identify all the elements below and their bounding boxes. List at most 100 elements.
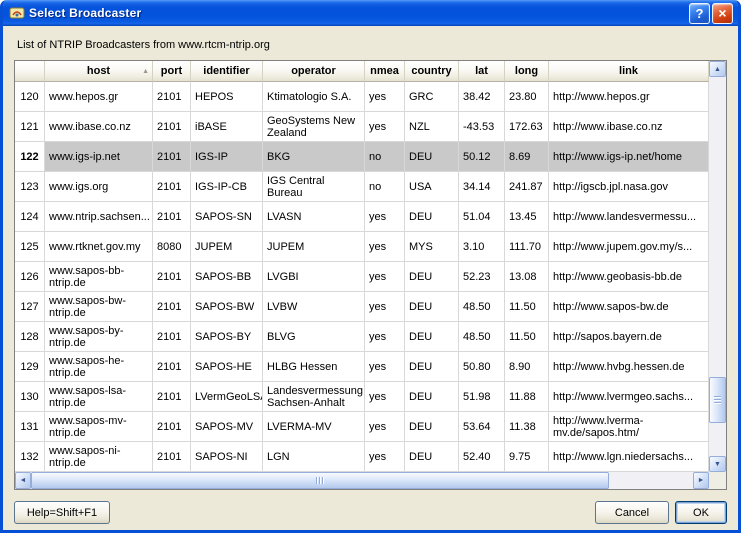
vertical-scroll-track[interactable] bbox=[709, 77, 726, 456]
cell-link[interactable]: http://igscb.jpl.nasa.gov bbox=[549, 172, 709, 202]
cell-identifier[interactable]: SAPOS-BW bbox=[191, 292, 263, 322]
cell-long[interactable]: 13.08 bbox=[505, 262, 549, 292]
cell-nmea[interactable]: no bbox=[365, 172, 405, 202]
cell-operator[interactable]: Landesvermessung Sachsen-Anhalt bbox=[263, 382, 365, 412]
cell-port[interactable]: 2101 bbox=[153, 82, 191, 112]
cell-port[interactable]: 2101 bbox=[153, 112, 191, 142]
row-number[interactable]: 123 bbox=[15, 172, 45, 202]
cell-link[interactable]: http://www.lgn.niedersachs... bbox=[549, 442, 709, 472]
cell-long[interactable]: 11.38 bbox=[505, 412, 549, 442]
cell-lat[interactable]: 51.04 bbox=[459, 202, 505, 232]
cell-long[interactable]: 241.87 bbox=[505, 172, 549, 202]
cell-link[interactable]: http://www.lverma-mv.de/sapos.htm/ bbox=[549, 412, 709, 442]
cell-link[interactable]: http://www.igs-ip.net/home bbox=[549, 142, 709, 172]
cell-link[interactable]: http://www.geobasis-bb.de bbox=[549, 262, 709, 292]
scroll-down-button[interactable]: ▼ bbox=[709, 456, 726, 472]
column-header-host[interactable]: host▲ bbox=[45, 61, 153, 82]
cell-country[interactable]: DEU bbox=[405, 202, 459, 232]
column-header-nmea[interactable]: nmea bbox=[365, 61, 405, 82]
table-row-125[interactable]: 125www.rtknet.gov.my8080JUPEMJUPEMyesMYS… bbox=[15, 232, 709, 262]
cell-identifier[interactable]: SAPOS-MV bbox=[191, 412, 263, 442]
cell-host[interactable]: www.sapos-by-ntrip.de bbox=[45, 322, 153, 352]
cell-identifier[interactable]: SAPOS-NI bbox=[191, 442, 263, 472]
close-icon[interactable]: × bbox=[712, 3, 733, 24]
cell-identifier[interactable]: SAPOS-BB bbox=[191, 262, 263, 292]
cell-nmea[interactable]: yes bbox=[365, 202, 405, 232]
cell-lat[interactable]: 3.10 bbox=[459, 232, 505, 262]
table-row-128[interactable]: 128www.sapos-by-ntrip.de2101SAPOS-BYBLVG… bbox=[15, 322, 709, 352]
row-number[interactable]: 125 bbox=[15, 232, 45, 262]
cell-identifier[interactable]: SAPOS-BY bbox=[191, 322, 263, 352]
cell-host[interactable]: www.sapos-ni-ntrip.de bbox=[45, 442, 153, 472]
column-header-country[interactable]: country bbox=[405, 61, 459, 82]
horizontal-scroll-track[interactable] bbox=[31, 472, 693, 489]
titlebar[interactable]: Select Broadcaster ? × bbox=[3, 0, 738, 26]
cell-long[interactable]: 13.45 bbox=[505, 202, 549, 232]
cell-country[interactable]: MYS bbox=[405, 232, 459, 262]
cell-nmea[interactable]: yes bbox=[365, 442, 405, 472]
cell-port[interactable]: 2101 bbox=[153, 262, 191, 292]
cancel-button[interactable]: Cancel bbox=[595, 501, 669, 524]
cell-country[interactable]: DEU bbox=[405, 412, 459, 442]
row-number[interactable]: 132 bbox=[15, 442, 45, 472]
row-number[interactable]: 124 bbox=[15, 202, 45, 232]
table-row-130[interactable]: 130www.sapos-lsa-ntrip.de2101LVermGeoLSA… bbox=[15, 382, 709, 412]
table-row-120[interactable]: 120www.hepos.gr2101HEPOSKtimatologio S.A… bbox=[15, 82, 709, 112]
cell-country[interactable]: DEU bbox=[405, 382, 459, 412]
cell-link[interactable]: http://www.hvbg.hessen.de bbox=[549, 352, 709, 382]
cell-nmea[interactable]: yes bbox=[365, 322, 405, 352]
cell-lat[interactable]: 52.40 bbox=[459, 442, 505, 472]
cell-lat[interactable]: 50.12 bbox=[459, 142, 505, 172]
cell-long[interactable]: 8.90 bbox=[505, 352, 549, 382]
scroll-left-button[interactable]: ◄ bbox=[15, 472, 31, 489]
cell-port[interactable]: 2101 bbox=[153, 292, 191, 322]
row-number[interactable]: 126 bbox=[15, 262, 45, 292]
cell-identifier[interactable]: SAPOS-HE bbox=[191, 352, 263, 382]
cell-link[interactable]: http://www.sapos-bw.de bbox=[549, 292, 709, 322]
cell-long[interactable]: 11.50 bbox=[505, 322, 549, 352]
cell-identifier[interactable]: IGS-IP-CB bbox=[191, 172, 263, 202]
cell-operator[interactable]: IGS Central Bureau bbox=[263, 172, 365, 202]
cell-country[interactable]: DEU bbox=[405, 352, 459, 382]
cell-nmea[interactable]: yes bbox=[365, 352, 405, 382]
help-shortcut-button[interactable]: Help=Shift+F1 bbox=[14, 501, 110, 524]
cell-port[interactable]: 2101 bbox=[153, 322, 191, 352]
cell-nmea[interactable]: yes bbox=[365, 412, 405, 442]
column-header-identifier[interactable]: identifier bbox=[191, 61, 263, 82]
cell-host[interactable]: www.ntrip.sachsen... bbox=[45, 202, 153, 232]
cell-port[interactable]: 2101 bbox=[153, 172, 191, 202]
row-number[interactable]: 131 bbox=[15, 412, 45, 442]
cell-country[interactable]: DEU bbox=[405, 142, 459, 172]
cell-port[interactable]: 2101 bbox=[153, 142, 191, 172]
cell-nmea[interactable]: yes bbox=[365, 112, 405, 142]
cell-port[interactable]: 2101 bbox=[153, 382, 191, 412]
titlebar-help-button[interactable]: ? bbox=[689, 3, 710, 24]
cell-long[interactable]: 172.63 bbox=[505, 112, 549, 142]
row-number[interactable]: 128 bbox=[15, 322, 45, 352]
horizontal-scroll-thumb[interactable] bbox=[31, 472, 609, 489]
cell-operator[interactable]: LVASN bbox=[263, 202, 365, 232]
scroll-right-button[interactable]: ► bbox=[693, 472, 709, 489]
column-header-operator[interactable]: operator bbox=[263, 61, 365, 82]
cell-operator[interactable]: GeoSystems New Zealand bbox=[263, 112, 365, 142]
cell-long[interactable]: 11.50 bbox=[505, 292, 549, 322]
cell-link[interactable]: http://www.landesvermessu... bbox=[549, 202, 709, 232]
table-row-122[interactable]: 122www.igs-ip.net2101IGS-IPBKGnoDEU50.12… bbox=[15, 142, 709, 172]
table-row-123[interactable]: 123www.igs.org2101IGS-IP-CBIGS Central B… bbox=[15, 172, 709, 202]
cell-port[interactable]: 8080 bbox=[153, 232, 191, 262]
vertical-scrollbar[interactable]: ▲ ▼ bbox=[709, 61, 726, 472]
cell-country[interactable]: USA bbox=[405, 172, 459, 202]
cell-link[interactable]: http://www.ibase.co.nz bbox=[549, 112, 709, 142]
scroll-up-button[interactable]: ▲ bbox=[709, 61, 726, 77]
cell-lat[interactable]: 34.14 bbox=[459, 172, 505, 202]
cell-nmea[interactable]: yes bbox=[365, 382, 405, 412]
cell-identifier[interactable]: HEPOS bbox=[191, 82, 263, 112]
cell-long[interactable]: 9.75 bbox=[505, 442, 549, 472]
cell-port[interactable]: 2101 bbox=[153, 412, 191, 442]
cell-long[interactable]: 11.88 bbox=[505, 382, 549, 412]
cell-operator[interactable]: LVGBI bbox=[263, 262, 365, 292]
cell-lat[interactable]: 51.98 bbox=[459, 382, 505, 412]
cell-operator[interactable]: LVERMA-MV bbox=[263, 412, 365, 442]
cell-lat[interactable]: 50.80 bbox=[459, 352, 505, 382]
cell-lat[interactable]: 52.23 bbox=[459, 262, 505, 292]
